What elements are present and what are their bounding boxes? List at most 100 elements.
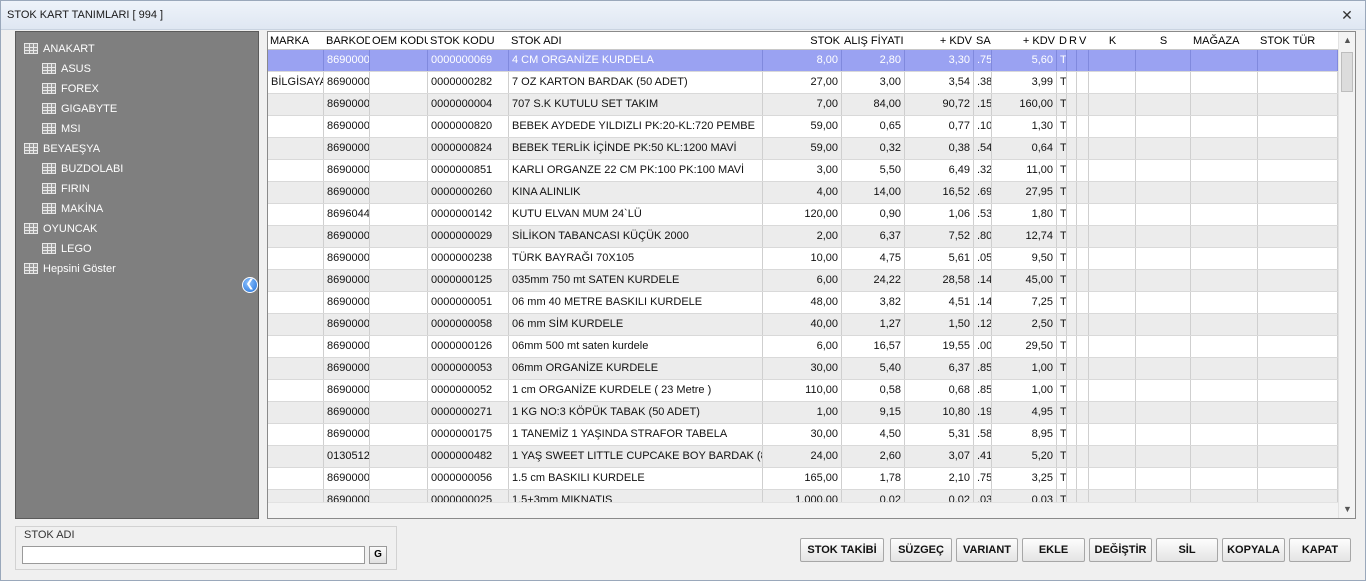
column-header[interactable]: STOK ADI bbox=[509, 32, 763, 50]
table-row[interactable]: 8690000 0000000069 4 CM ORGANİZE KURDELA 8,… bbox=[268, 50, 1338, 72]
tree-item-anakart[interactable]: ANAKART bbox=[24, 40, 95, 58]
table-row[interactable]: 8690000 0000000820 BEBEK AYDEDE YILDIZLI P… bbox=[268, 116, 1338, 138]
table-row[interactable]: 8690000 0000000004 707 S.K KUTULU SET TAKI… bbox=[268, 94, 1338, 116]
table-row[interactable]: 8690000 0000000175 1 TANEMİZ 1 YAŞINDA STR… bbox=[268, 424, 1338, 446]
collapse-panel-icon[interactable]: ❮ bbox=[242, 277, 258, 293]
table-row[interactable]: 8690000 0000000052 1 cm ORGANİZE KURDELE (… bbox=[268, 380, 1338, 402]
vertical-scrollbar[interactable]: ▲ ▼ bbox=[1338, 32, 1355, 518]
tree-item-forex[interactable]: FOREX bbox=[42, 80, 99, 98]
table-cell bbox=[1136, 358, 1191, 379]
tree-item-oyuncak[interactable]: OYUNCAK bbox=[24, 220, 97, 238]
table-cell bbox=[1191, 182, 1258, 203]
table-row[interactable]: 8690000 0000000271 1 KG NO:3 KÖPÜK TABAK (… bbox=[268, 402, 1338, 424]
table-cell bbox=[268, 204, 324, 225]
column-header[interactable]: R bbox=[1067, 32, 1077, 50]
tree-item-gigabyte[interactable]: GIGABYTE bbox=[42, 100, 117, 118]
column-header[interactable]: OEM KODU bbox=[370, 32, 428, 50]
column-header[interactable]: STOK bbox=[763, 32, 842, 50]
tree-item-asus[interactable]: ASUS bbox=[42, 60, 91, 78]
column-header[interactable]: ALIŞ FİYATI bbox=[842, 32, 905, 50]
window-title: STOK KART TANIMLARI [ 994 ] bbox=[7, 9, 164, 21]
stock-name-search-input[interactable] bbox=[22, 546, 365, 564]
table-row[interactable]: 8690000 0000000238 TÜRK BAYRAĞI 70X105 10,0… bbox=[268, 248, 1338, 270]
table-row[interactable]: BİLGİSAYA 8690000 0000000282 7 OZ KARTON BA… bbox=[268, 72, 1338, 94]
table-row[interactable]: 8690000 0000000053 06mm ORGANİZE KURDELE 30… bbox=[268, 358, 1338, 380]
table-row[interactable]: 8690000 0000000851 KARLI ORGANZE 22 CM PK:… bbox=[268, 160, 1338, 182]
table-cell bbox=[1067, 94, 1077, 115]
column-header[interactable]: + KDV bbox=[992, 32, 1057, 50]
table-cell bbox=[1077, 292, 1089, 313]
table-cell: 8690000 bbox=[324, 138, 370, 159]
tree-item-lego[interactable]: LEGO bbox=[42, 240, 92, 258]
table-cell bbox=[370, 336, 428, 357]
sil-button[interactable]: SİL bbox=[1156, 538, 1218, 562]
column-header[interactable]: MAĞAZA bbox=[1191, 32, 1258, 50]
variant-button[interactable]: VARIANT bbox=[956, 538, 1018, 562]
table-cell: 24,00 bbox=[763, 446, 842, 467]
column-header[interactable]: V bbox=[1077, 32, 1089, 50]
kapat-button[interactable]: KAPAT bbox=[1289, 538, 1351, 562]
table-cell: .75 bbox=[974, 468, 992, 489]
table-cell: 11,00 bbox=[992, 160, 1057, 181]
degistir-button[interactable]: DEĞİŞTİR bbox=[1089, 538, 1152, 562]
table-cell bbox=[1191, 490, 1258, 502]
table-cell: KARLI ORGANZE 22 CM PK:100 PK:100 MAVİ bbox=[509, 160, 763, 181]
ekle-button[interactable]: EKLE bbox=[1022, 538, 1085, 562]
table-cell bbox=[370, 204, 428, 225]
tree-item-hepsini-göster[interactable]: Hepsini Göster bbox=[24, 260, 116, 278]
column-header[interactable]: + KDV bbox=[905, 32, 974, 50]
table-cell: 5,40 bbox=[842, 358, 905, 379]
stok-takibi-button[interactable]: STOK TAKİBİ bbox=[800, 538, 884, 562]
table-row[interactable]: 8690000 0000000025 1.5+3mm MIKNATIS 1.000,0… bbox=[268, 490, 1338, 502]
column-header[interactable]: STOK KODU bbox=[428, 32, 509, 50]
table-cell bbox=[1136, 160, 1191, 181]
table-cell: 8696044 bbox=[324, 204, 370, 225]
tree-item-msi[interactable]: MSI bbox=[42, 120, 81, 138]
table-cell bbox=[370, 424, 428, 445]
table-row[interactable]: 8690000 0000000056 1.5 cm BASKILI KURDELE 1… bbox=[268, 468, 1338, 490]
table-row[interactable]: 8690000 0000000824 BEBEK TERLİK İÇİNDE PK:… bbox=[268, 138, 1338, 160]
table-cell: 0,64 bbox=[992, 138, 1057, 159]
scroll-thumb[interactable] bbox=[1341, 52, 1353, 92]
close-icon[interactable]: ✕ bbox=[1339, 7, 1355, 23]
table-cell: .85 bbox=[974, 380, 992, 401]
table-cell: .14 bbox=[974, 270, 992, 291]
table-cell bbox=[1258, 402, 1338, 423]
search-go-button[interactable]: G bbox=[369, 546, 387, 564]
scroll-down-icon[interactable]: ▼ bbox=[1339, 501, 1355, 518]
column-header[interactable]: BARKOD bbox=[324, 32, 370, 50]
column-header[interactable]: K bbox=[1089, 32, 1136, 50]
table-row[interactable]: 8690000 0000000058 06 mm SİM KURDELE 40,00 1… bbox=[268, 314, 1338, 336]
tree-item-beyaeşya[interactable]: BEYAEŞYA bbox=[24, 140, 100, 158]
table-cell bbox=[268, 314, 324, 335]
table-row[interactable]: 8690000 0000000029 SİLİKON TABANCASI KÜÇÜK… bbox=[268, 226, 1338, 248]
kopyala-button[interactable]: KOPYALA bbox=[1222, 538, 1285, 562]
column-header[interactable]: SA bbox=[974, 32, 992, 50]
table-row[interactable]: 0130512 0000000482 1 YAŞ SWEET LITTLE CUPC… bbox=[268, 446, 1338, 468]
table-row[interactable]: 8696044 0000000142 KUTU ELVAN MUM 24`LÜ 120… bbox=[268, 204, 1338, 226]
table-cell bbox=[1067, 358, 1077, 379]
column-header[interactable]: S bbox=[1136, 32, 1191, 50]
column-header[interactable]: MARKA bbox=[268, 32, 324, 50]
tree-item-buzdolabi[interactable]: BUZDOLABI bbox=[42, 160, 123, 178]
table-cell: 1.5 cm BASKILI KURDELE bbox=[509, 468, 763, 489]
column-header[interactable]: STOK TÜR bbox=[1258, 32, 1338, 50]
table-cell bbox=[1077, 424, 1089, 445]
tree-item-firin[interactable]: FIRIN bbox=[42, 180, 90, 198]
table-cell: .05 bbox=[974, 248, 992, 269]
table-cell: 2,10 bbox=[905, 468, 974, 489]
table-row[interactable]: 8690000 0000000126 06mm 500 mt saten kurde… bbox=[268, 336, 1338, 358]
suzgec-button[interactable]: SÜZGEÇ bbox=[890, 538, 952, 562]
table-cell bbox=[1089, 226, 1136, 247]
table-row[interactable]: 8690000 0000000051 06 mm 40 METRE BASKILI … bbox=[268, 292, 1338, 314]
horizontal-scrollbar[interactable] bbox=[268, 502, 1338, 518]
column-header[interactable]: D bbox=[1057, 32, 1067, 50]
scroll-up-icon[interactable]: ▲ bbox=[1339, 32, 1355, 49]
table-cell bbox=[1136, 402, 1191, 423]
table-cell bbox=[1077, 402, 1089, 423]
tree-item-maki-na[interactable]: MAKİNA bbox=[42, 200, 103, 218]
table-cell bbox=[1136, 116, 1191, 137]
table-cell: 3,07 bbox=[905, 446, 974, 467]
table-row[interactable]: 8690000 0000000125 035mm 750 mt SATEN KURD… bbox=[268, 270, 1338, 292]
table-row[interactable]: 8690000 0000000260 KINA ALINLIK 4,00 14,00 16… bbox=[268, 182, 1338, 204]
